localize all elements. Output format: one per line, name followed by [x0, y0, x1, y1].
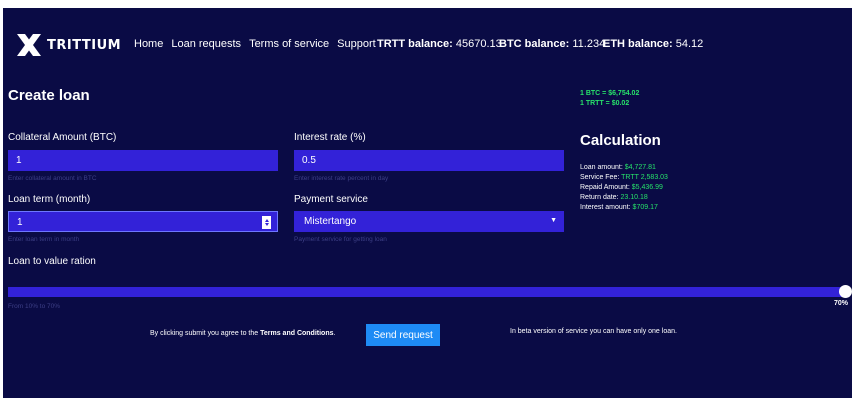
- term-input[interactable]: 1: [8, 211, 278, 232]
- calculation-list: Loan amount: $4,727.81 Service Fee: TRTT…: [580, 163, 668, 213]
- logo[interactable]: TRITTIUM: [15, 32, 125, 58]
- trtt-balance: TRTT balance: 45670.13: [377, 38, 502, 50]
- collateral-hint: Enter collateral amount in BTC: [8, 175, 97, 182]
- payment-value: Mistertango: [304, 216, 357, 227]
- btc-balance-value: 11.234: [572, 38, 606, 50]
- ltv-value-label: 70%: [834, 300, 849, 307]
- calc-value: $4,727.81: [624, 164, 656, 171]
- eth-balance-value: 54.12: [675, 38, 704, 50]
- send-request-button[interactable]: Send request: [366, 324, 440, 346]
- term-stepper[interactable]: [262, 216, 271, 229]
- calc-value: TRTT 2,583.03: [621, 174, 668, 181]
- interest-label: Interest rate (%): [294, 132, 366, 143]
- calc-value: $709.17: [632, 204, 658, 211]
- interest-input[interactable]: [294, 150, 564, 171]
- btc-balance: BTC balance: 11.234: [499, 38, 605, 50]
- terms-agreement: By clicking submit you agree to the Term…: [150, 328, 350, 340]
- calc-row-loan-amount: Loan amount: $4,727.81: [580, 163, 668, 173]
- calc-label: Interest amount:: [580, 204, 631, 211]
- btc-rate: 1 BTC = $6,754.02: [580, 90, 640, 97]
- payment-hint: Payment service for getting loan: [294, 236, 387, 243]
- nav-link-loan-requests[interactable]: Loan requests: [171, 38, 241, 50]
- beta-note: In beta version of service you can have …: [510, 328, 677, 335]
- nav-link-home[interactable]: Home: [134, 38, 163, 50]
- calc-row-interest-amount: Interest amount: $709.17: [580, 203, 668, 213]
- ltv-label: Loan to value ration: [8, 256, 96, 267]
- nav-link-support[interactable]: Support: [337, 38, 376, 50]
- calc-label: Service Fee:: [580, 174, 620, 181]
- chevron-down-icon: ▼: [550, 217, 557, 224]
- calc-row-service-fee: Service Fee: TRTT 2,583.03: [580, 173, 668, 183]
- calc-row-repaid-amount: Repaid Amount: $5,436.99: [580, 183, 668, 193]
- eth-balance-label: ETH balance:: [603, 38, 673, 50]
- calc-label: Return date:: [580, 194, 619, 201]
- stepper-up-icon[interactable]: [264, 219, 269, 222]
- payment-select[interactable]: Mistertango ▼: [294, 211, 564, 232]
- trtt-rate: 1 TRTT = $0.02: [580, 100, 630, 107]
- calc-label: Loan amount:: [580, 164, 623, 171]
- eth-balance: ETH balance: 54.12: [603, 38, 703, 50]
- nav-link-terms[interactable]: Terms of service: [249, 38, 329, 50]
- terms-link[interactable]: Terms and Conditions: [260, 330, 333, 337]
- term-label: Loan term (month): [8, 194, 91, 205]
- app-frame: TRITTIUM Home Loan requests Terms of ser…: [3, 8, 852, 398]
- top-nav: TRITTIUM Home Loan requests Terms of ser…: [3, 8, 852, 78]
- agree-suffix: .: [333, 330, 336, 337]
- calc-value: 23.10.18: [620, 194, 648, 201]
- calc-value: $5,436.99: [631, 184, 663, 191]
- stepper-down-icon[interactable]: [264, 223, 269, 226]
- calculation-title: Calculation: [580, 132, 661, 149]
- nav-links: Home Loan requests Terms of service Supp…: [134, 38, 376, 50]
- term-hint: Enter loan term in month: [8, 236, 80, 243]
- trtt-balance-value: 45670.13: [455, 38, 502, 50]
- btc-balance-label: BTC balance:: [499, 38, 570, 50]
- logo-x-icon: [17, 34, 41, 56]
- ltv-slider-thumb[interactable]: [839, 285, 852, 298]
- term-value: 1: [17, 217, 23, 228]
- collateral-input[interactable]: [8, 150, 278, 171]
- payment-label: Payment service: [294, 194, 368, 205]
- page-title: Create loan: [8, 87, 90, 104]
- ltv-slider-track[interactable]: [8, 287, 846, 297]
- interest-hint: Enter interest rate percent in day: [294, 175, 389, 182]
- calc-label: Repaid Amount:: [580, 184, 630, 191]
- collateral-label: Collateral Amount (BTC): [8, 132, 117, 143]
- exchange-rates: 1 BTC = $6,754.02 1 TRTT = $0.02: [580, 89, 639, 109]
- ltv-hint: From 10% to 70%: [8, 303, 61, 310]
- calc-row-return-date: Return date: 23.10.18: [580, 193, 668, 203]
- agree-prefix: By clicking submit you agree to the: [150, 330, 261, 337]
- trtt-balance-label: TRTT balance:: [377, 38, 453, 50]
- logo-text: TRITTIUM: [47, 37, 122, 53]
